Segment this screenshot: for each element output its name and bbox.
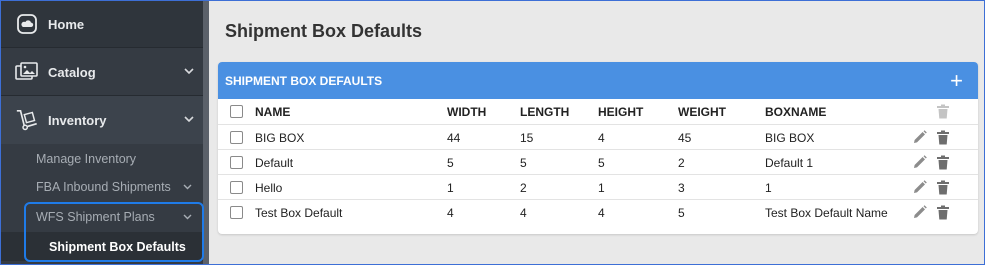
cell-width: 1 <box>447 180 454 195</box>
column-header: WIDTH <box>447 104 487 119</box>
dolly-icon <box>15 108 39 132</box>
column-header: LENGTH <box>520 104 570 119</box>
pencil-icon[interactable] <box>913 155 927 169</box>
row-checkbox[interactable] <box>230 131 243 144</box>
trash-icon[interactable] <box>936 180 950 195</box>
panel-header: SHIPMENT BOX DEFAULTS + <box>218 62 978 99</box>
add-icon[interactable]: + <box>950 69 963 92</box>
cell-boxname: Test Box Default Name <box>765 205 888 220</box>
column-header: NAME <box>255 104 291 119</box>
chevron-down-icon <box>184 66 194 78</box>
cell-name: BIG BOX <box>255 130 305 145</box>
trash-icon[interactable] <box>936 130 950 145</box>
table-row: Test Box Default 4 4 4 5 Test Box Defaul… <box>218 199 978 224</box>
images-icon <box>15 60 39 84</box>
cell-boxname: Default 1 <box>765 155 814 170</box>
cell-height: 5 <box>598 155 605 170</box>
cell-height: 4 <box>598 205 605 220</box>
cell-weight: 3 <box>678 180 685 195</box>
pencil-icon[interactable] <box>913 180 927 194</box>
cell-weight: 2 <box>678 155 685 170</box>
nav-catalog[interactable]: Catalog <box>1 49 203 95</box>
column-header: BOXNAME <box>765 104 827 119</box>
trash-icon[interactable] <box>936 205 950 220</box>
select-all-checkbox[interactable] <box>230 105 243 118</box>
row-checkbox[interactable] <box>230 181 243 194</box>
table-row: Hello 1 2 1 3 1 <box>218 174 978 199</box>
cell-width: 4 <box>447 205 454 220</box>
cell-width: 44 <box>447 130 461 145</box>
cell-boxname: BIG BOX <box>765 130 815 145</box>
box-defaults-panel: SHIPMENT BOX DEFAULTS + NAME WIDTH LENGT… <box>218 62 978 234</box>
column-header: HEIGHT <box>598 104 644 119</box>
cell-weight: 5 <box>678 205 685 220</box>
row-checkbox[interactable] <box>230 156 243 169</box>
cell-width: 5 <box>447 155 454 170</box>
column-header: WEIGHT <box>678 104 726 119</box>
row-checkbox[interactable] <box>230 206 243 219</box>
nav-inventory-label: Inventory <box>48 112 107 128</box>
nav-home-label: Home <box>48 16 85 32</box>
subnav-label: Manage Inventory <box>36 152 137 166</box>
cell-length: 4 <box>520 205 527 220</box>
cell-boxname: 1 <box>765 180 772 195</box>
annotation-highlight <box>24 202 204 262</box>
page-title: Shipment Box Defaults <box>225 21 423 41</box>
cell-weight: 45 <box>678 130 692 145</box>
chevron-down-icon <box>184 114 194 126</box>
cloud-icon <box>15 12 39 36</box>
nav-inventory[interactable]: Inventory <box>1 96 203 144</box>
table-row: BIG BOX 44 15 4 45 BIG BOX <box>218 124 978 149</box>
subnav-manage-inventory[interactable]: Manage Inventory <box>1 145 203 173</box>
pencil-icon[interactable] <box>913 205 927 219</box>
cell-length: 5 <box>520 155 527 170</box>
cell-name: Hello <box>255 180 283 195</box>
cell-name: Default <box>255 155 294 170</box>
chevron-down-icon <box>183 182 192 193</box>
trash-icon[interactable] <box>936 104 950 119</box>
nav-catalog-label: Catalog <box>48 64 96 80</box>
cell-length: 15 <box>520 130 534 145</box>
cell-height: 1 <box>598 180 605 195</box>
pencil-icon[interactable] <box>913 130 927 144</box>
table-row: Default 5 5 5 2 Default 1 <box>218 149 978 174</box>
table-header: NAME WIDTH LENGTH HEIGHT WEIGHT BOXNAME <box>218 99 978 124</box>
subnav-fba-inbound-shipments[interactable]: FBA Inbound Shipments <box>1 173 203 201</box>
cell-name: Test Box Default <box>255 205 343 220</box>
nav-home[interactable]: Home <box>1 1 203 47</box>
divider <box>1 47 203 48</box>
cell-length: 2 <box>520 180 527 195</box>
panel-title: SHIPMENT BOX DEFAULTS <box>225 73 383 88</box>
subnav-label: FBA Inbound Shipments <box>36 180 171 194</box>
cell-height: 4 <box>598 130 605 145</box>
trash-icon[interactable] <box>936 155 950 170</box>
